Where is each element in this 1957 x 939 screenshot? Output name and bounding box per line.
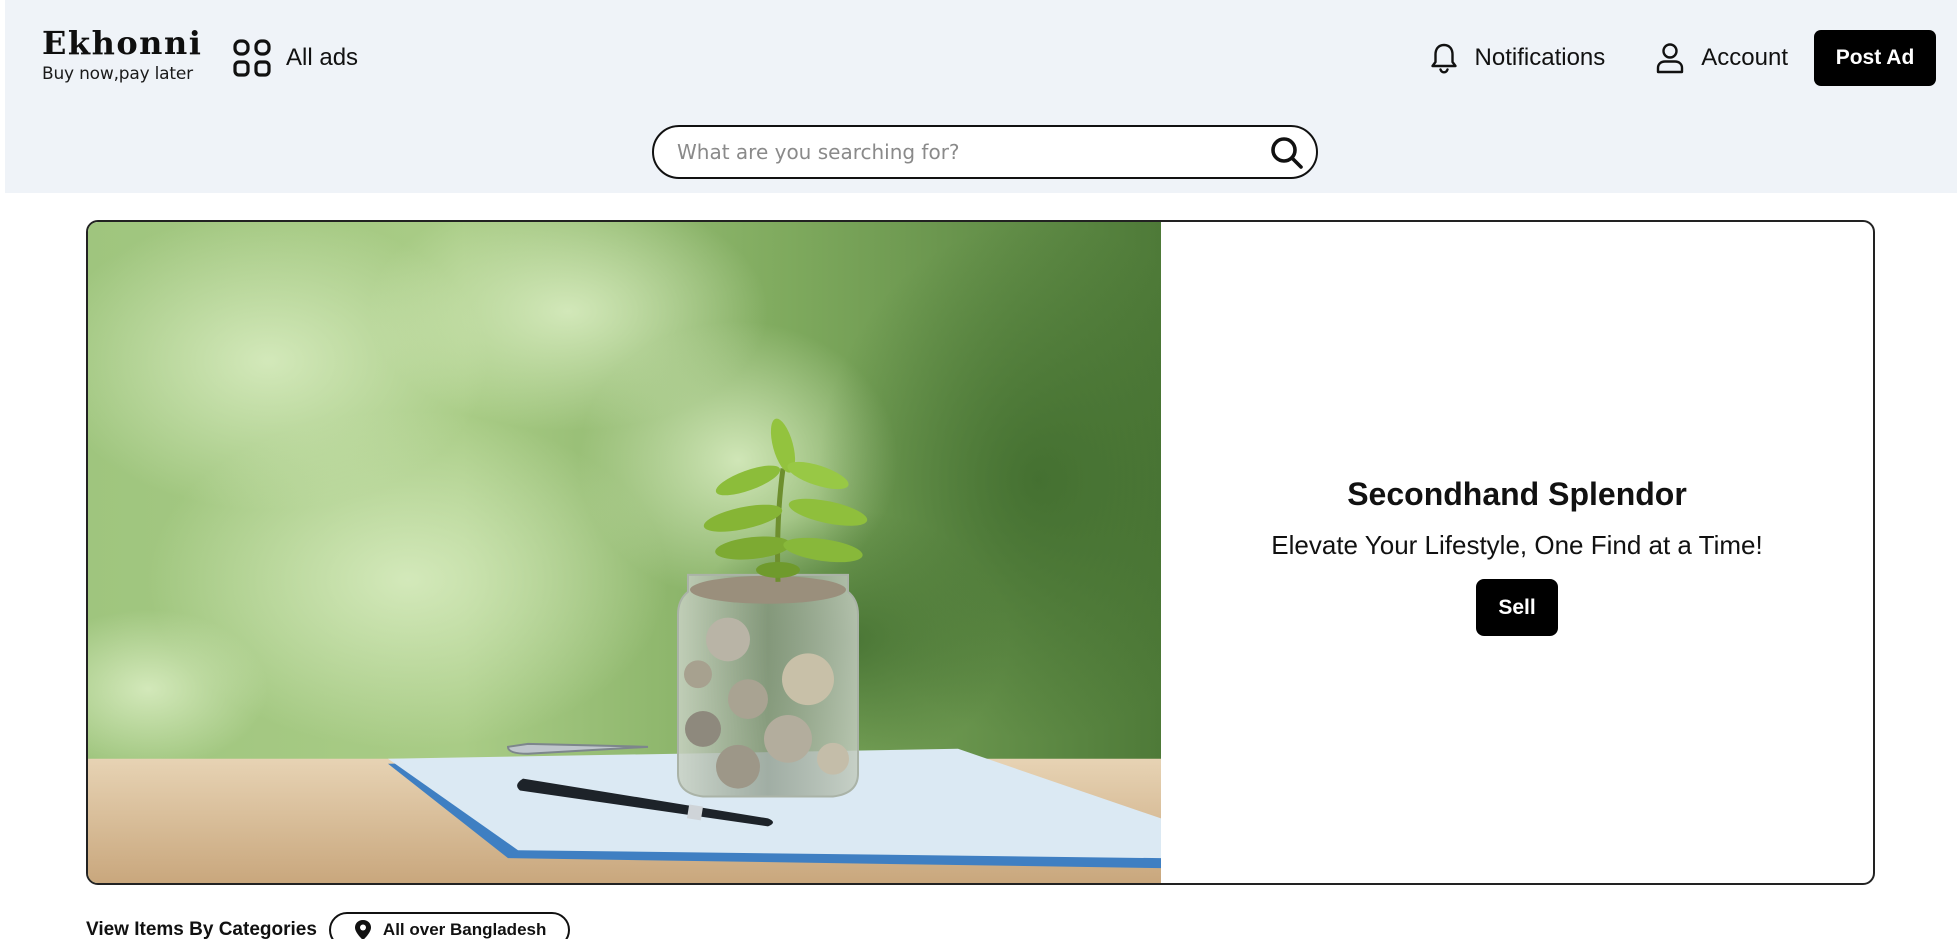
hero-content: Secondhand Splendor Elevate Your Lifesty… <box>1161 222 1873 883</box>
account-label: Account <box>1701 44 1788 71</box>
brand-tagline: Buy now,pay later <box>42 64 193 84</box>
post-ad-button[interactable]: Post Ad <box>1814 30 1936 86</box>
sell-button[interactable]: Sell <box>1476 579 1558 636</box>
search-icon <box>1271 137 1303 169</box>
hero-banner: Secondhand Splendor Elevate Your Lifesty… <box>86 220 1875 885</box>
notifications-link[interactable]: Notifications <box>1427 41 1606 75</box>
notifications-label: Notifications <box>1474 44 1606 71</box>
hero-title: Secondhand Splendor <box>1347 476 1687 512</box>
money-plant-jar-image <box>88 222 1161 883</box>
grid-icon <box>233 39 271 77</box>
search-button[interactable] <box>1266 132 1308 174</box>
location-label: All over Bangladesh <box>382 920 547 939</box>
header-actions: Notifications Account Post Ad <box>1427 30 1936 86</box>
categories-bar: View Items By Categories All over Bangla… <box>86 912 571 939</box>
top-header: Ekhonni Buy now,pay later All ads Notifi… <box>5 0 1957 193</box>
all-ads-label: All ads <box>286 44 359 71</box>
all-ads-link[interactable]: All ads <box>232 38 358 78</box>
hero-image <box>88 222 1161 883</box>
search-bar <box>652 125 1318 179</box>
brand[interactable]: Ekhonni Buy now,pay later <box>42 24 202 84</box>
location-filter-button[interactable]: All over Bangladesh <box>328 912 571 939</box>
hero-subtitle: Elevate Your Lifestyle, One Find at a Ti… <box>1271 530 1763 560</box>
bell-icon <box>1430 43 1457 74</box>
map-pin-icon <box>354 920 371 939</box>
account-link[interactable]: Account <box>1653 41 1788 75</box>
brand-name[interactable]: Ekhonni <box>42 24 202 62</box>
search-input[interactable] <box>677 140 1237 164</box>
user-icon <box>1657 43 1684 74</box>
categories-label: View Items By Categories <box>86 919 317 939</box>
